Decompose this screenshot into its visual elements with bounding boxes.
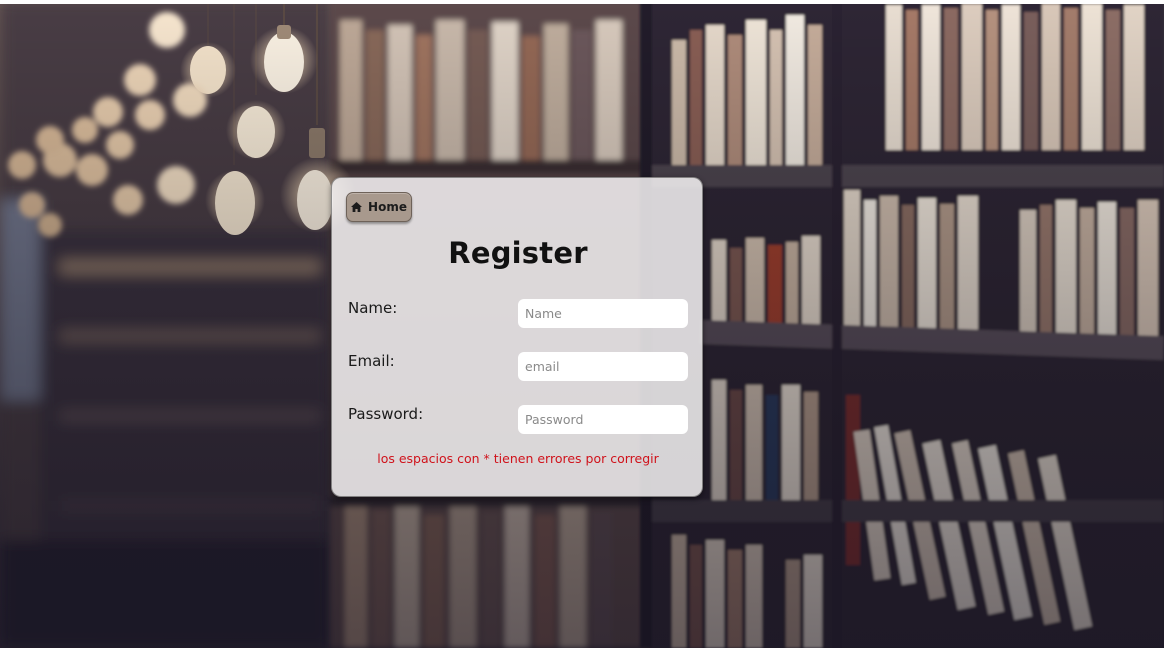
email-input[interactable] xyxy=(518,352,688,381)
error-message: los espacios con * tienen errores por co… xyxy=(377,451,659,466)
name-input[interactable] xyxy=(518,299,688,328)
email-label: Email: xyxy=(348,352,395,370)
register-card: Home Register Name: Email: Password: los… xyxy=(331,177,703,497)
home-button-label: Home xyxy=(368,200,407,214)
top-edge xyxy=(0,0,1164,4)
page-title: Register xyxy=(448,236,588,270)
register-screen: Home Register Name: Email: Password: los… xyxy=(0,0,1164,648)
home-button[interactable]: Home xyxy=(346,192,412,222)
name-label: Name: xyxy=(348,299,398,317)
password-input[interactable] xyxy=(518,405,688,434)
home-icon xyxy=(351,202,363,212)
password-label: Password: xyxy=(348,405,424,423)
